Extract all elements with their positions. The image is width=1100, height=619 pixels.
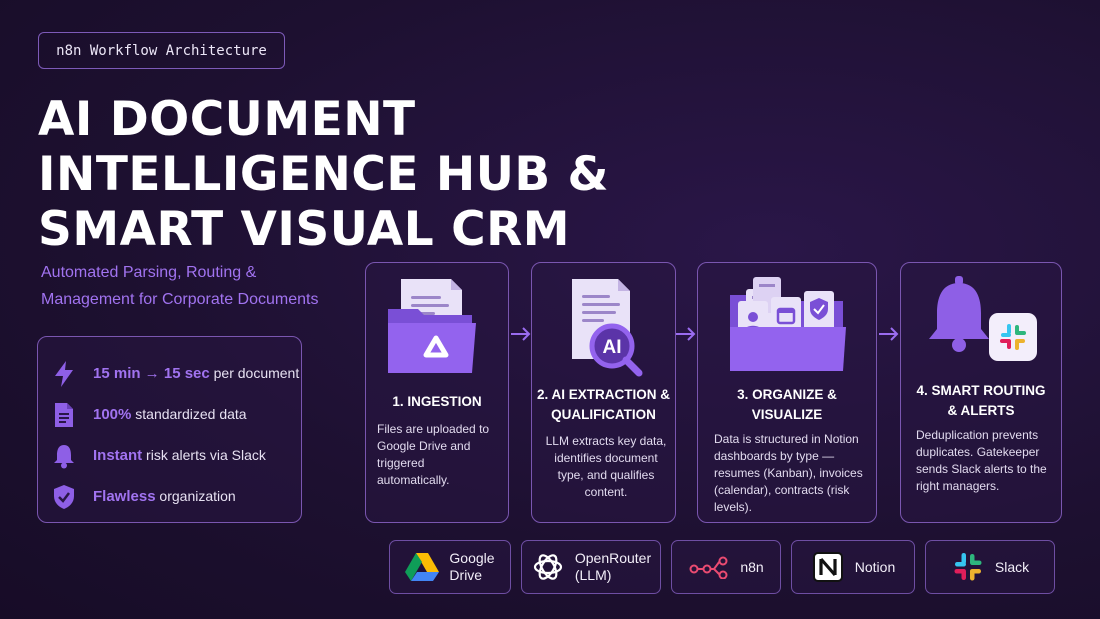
benefit-highlight: 15 min → 15 sec [93, 365, 210, 382]
tool-notion: Notion [791, 540, 915, 594]
tool-name: OpenRouter (LLM) [574, 550, 652, 583]
notion-icon [811, 550, 845, 584]
arrow-right-icon [879, 327, 899, 341]
subtitle-line: Management for Corporate Documents [41, 291, 319, 308]
title-line: SMART VISUAL CRM [38, 202, 571, 257]
step-description: Data is structured in Notion dashboards … [714, 432, 863, 514]
step-card-ingestion: 1. INGESTION Files are uploaded to Googl… [365, 262, 509, 523]
slack-icon [951, 550, 985, 584]
tool-openrouter: OpenRouter (LLM) [521, 540, 661, 594]
svg-text:AI: AI [603, 337, 622, 358]
step-card-routing: 4. SMART ROUTING & ALERTS Deduplication … [900, 262, 1062, 523]
benefit-text: organization [155, 488, 236, 504]
step-title: 3. ORGANIZE & VISUALIZE [737, 387, 837, 422]
benefit-highlight: 100% [93, 406, 132, 423]
document-icon [52, 402, 76, 428]
step-title: 4. SMART ROUTING & ALERTS [916, 383, 1046, 418]
step-title: 2. AI EXTRACTION & QUALIFICATION [536, 387, 670, 422]
subtitle-line: Automated Parsing, Routing & [41, 264, 257, 281]
title-line: INTELLIGENCE HUB & [38, 147, 610, 202]
n8n-icon [688, 550, 730, 584]
tool-name: Google Drive [449, 550, 495, 583]
title-line: AI DOCUMENT [38, 92, 416, 147]
tool-name: Slack [994, 558, 1030, 575]
header-badge: n8n Workflow Architecture [38, 32, 285, 69]
benefit-text: risk alerts via Slack [142, 447, 266, 463]
tool-n8n: n8n [671, 540, 781, 594]
benefit-item: Flawless organization [52, 476, 301, 517]
tool-google-drive: Google Drive [389, 540, 511, 594]
arrow-right-icon [676, 327, 696, 341]
arrow-right-icon [511, 327, 531, 341]
google-drive-icon [405, 550, 440, 584]
benefit-text: per document [209, 365, 300, 381]
step-description: Files are uploaded to Google Drive and t… [377, 422, 490, 487]
tool-name: Notion [854, 558, 896, 575]
step-description: LLM extracts key data, identifies docume… [545, 434, 667, 499]
bell-slack-icon [929, 276, 1037, 361]
lightning-icon [52, 360, 76, 387]
shield-check-icon [52, 484, 76, 510]
folder-cards-icon [730, 277, 846, 371]
step-description: Deduplication prevents duplicates. Gatek… [916, 428, 1047, 493]
subtitle: Automated Parsing, Routing & Management … [41, 259, 361, 313]
page-title: AI DOCUMENT INTELLIGENCE HUB & SMART VIS… [38, 92, 610, 257]
benefit-highlight: Flawless [93, 488, 156, 505]
ai-magnifier-icon: AI [572, 279, 643, 377]
bell-icon [52, 443, 76, 469]
step-card-organize: 3. ORGANIZE & VISUALIZE Data is structur… [697, 262, 877, 523]
benefit-text: standardized data [131, 406, 247, 422]
benefit-item: Instant risk alerts via Slack [52, 435, 301, 476]
tool-name: n8n [740, 558, 764, 575]
benefits-panel: 15 min → 15 sec per document 100% standa… [37, 336, 302, 523]
drive-folder-icon [388, 279, 476, 373]
tool-slack: Slack [925, 540, 1055, 594]
step-title: 1. INGESTION [392, 394, 482, 409]
benefit-highlight: Instant [93, 447, 143, 464]
benefit-item: 15 min → 15 sec per document [52, 353, 301, 394]
benefit-item: 100% standardized data [52, 394, 301, 435]
openrouter-icon [531, 550, 565, 584]
step-card-ai-extraction: AI 2. AI EXTRACTION & QUALIFICATION LLM … [531, 262, 676, 523]
